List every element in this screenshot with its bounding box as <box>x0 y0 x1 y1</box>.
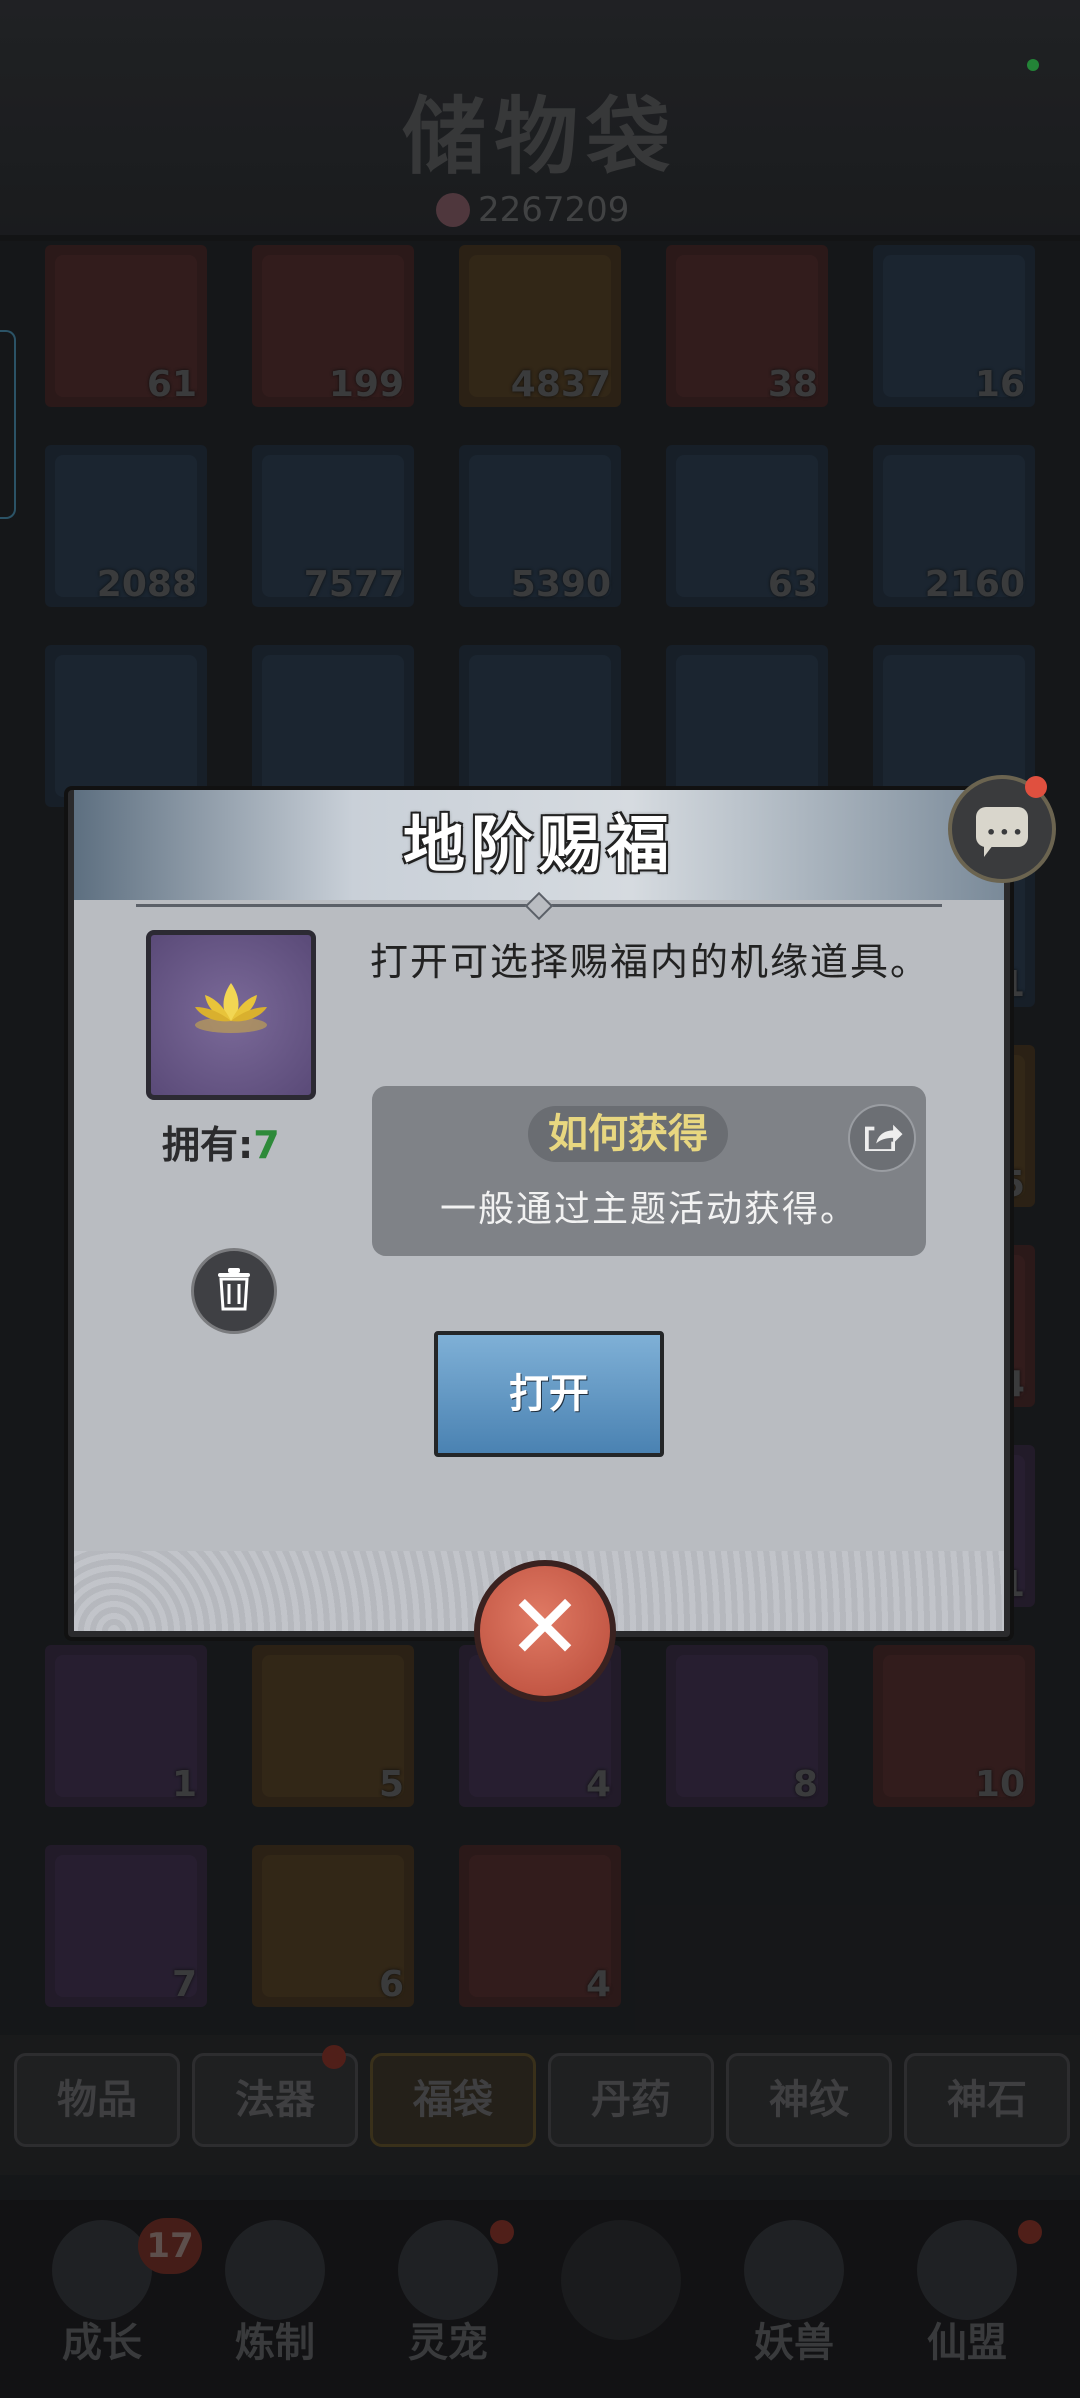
item-description: 打开可选择赐福内的机缘道具。 <box>370 940 931 984</box>
dialog-header: 地阶赐福 <box>74 790 1004 900</box>
item-detail-dialog: 地阶赐福 拥有:7 打开可选择赐福内的机缘道具。 如何获得 一般通过主题活动获得… <box>68 790 1010 1637</box>
close-dialog-button[interactable]: ✕ <box>474 1560 616 1702</box>
how-to-obtain-text: 一般通过主题活动获得。 <box>439 1189 858 1230</box>
share-icon <box>865 1124 903 1151</box>
dialog-title: 地阶赐福 <box>402 808 675 881</box>
how-to-obtain-title: 如何获得 <box>528 1106 728 1162</box>
lotus-icon <box>195 983 267 1033</box>
owned-count: 拥有:7 <box>162 1114 280 1169</box>
share-button[interactable] <box>848 1104 916 1172</box>
item-icon <box>146 930 316 1100</box>
owned-value: 7 <box>253 1123 280 1167</box>
discard-button[interactable] <box>191 1248 277 1334</box>
chat-dots: ••• <box>986 823 1026 842</box>
close-icon: ✕ <box>507 1575 583 1680</box>
owned-label: 拥有: <box>162 1123 254 1167</box>
open-button[interactable]: 打开 <box>434 1331 664 1457</box>
trash-icon <box>218 1268 250 1311</box>
chat-notification-badge <box>1025 776 1047 798</box>
how-to-obtain-panel: 如何获得 一般通过主题活动获得。 <box>372 1086 926 1256</box>
